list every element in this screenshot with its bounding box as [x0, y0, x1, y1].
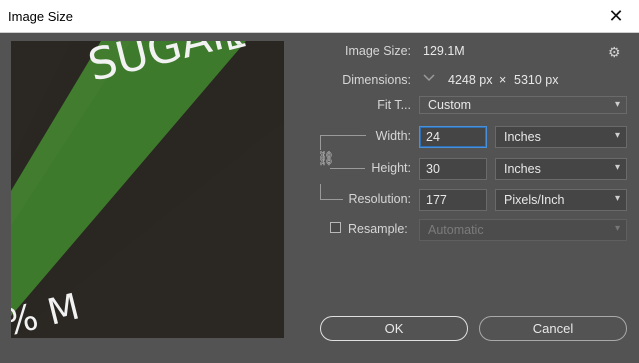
width-unit-select[interactable]: Inches ▾	[495, 126, 627, 148]
resolution-label: Resolution:	[348, 192, 411, 206]
height-unit-value: Inches	[504, 162, 541, 176]
fit-to-value: Custom	[428, 98, 472, 112]
fit-to-select[interactable]: Custom ▾	[419, 96, 627, 114]
dimensions-height: 5310 px	[514, 73, 559, 87]
title-bar: Image Size ✕	[0, 0, 639, 33]
width-input[interactable]	[419, 126, 487, 148]
cancel-button[interactable]: Cancel	[479, 316, 627, 341]
close-icon[interactable]: ✕	[593, 0, 639, 32]
resolution-input[interactable]	[419, 189, 487, 211]
resolution-unit-select[interactable]: Pixels/Inch ▾	[495, 189, 627, 211]
chevron-down-icon[interactable]	[423, 73, 435, 82]
image-preview[interactable]: SUGAR E % M	[11, 41, 284, 338]
fit-to-label: Fit T...	[377, 98, 411, 112]
chevron-down-icon: ▾	[614, 223, 620, 234]
dimensions-label: Dimensions:	[342, 73, 411, 87]
gear-icon[interactable]: ⚙	[608, 44, 621, 61]
resample-method-select[interactable]: Automatic ▾	[419, 219, 627, 241]
dimensions-width: 4248 px	[448, 73, 493, 87]
width-label: Width:	[375, 129, 411, 143]
ok-button[interactable]: OK	[320, 316, 468, 341]
width-unit-value: Inches	[504, 130, 541, 144]
height-input[interactable]	[419, 158, 487, 180]
chevron-down-icon: ▾	[614, 130, 620, 141]
resample-checkbox[interactable]	[330, 222, 341, 233]
image-size-dialog: Image Size ✕ SUGAR E % M Image Size: 129…	[0, 0, 639, 363]
dimensions-separator: ×	[499, 73, 507, 87]
chevron-down-icon: ▾	[614, 162, 620, 173]
dialog-body: SUGAR E % M Image Size: 129.1M ⚙ Dimensi…	[0, 33, 639, 363]
chevron-down-icon: ▾	[614, 193, 620, 204]
height-label: Height:	[371, 161, 411, 175]
chevron-down-icon: ▾	[614, 99, 620, 110]
resample-label: Resample:	[348, 222, 408, 236]
image-size-value: 129.1M	[423, 44, 465, 58]
preview-artwork: SUGAR E % M	[11, 41, 284, 338]
resample-method-value: Automatic	[428, 223, 484, 237]
image-size-label: Image Size:	[344, 44, 411, 58]
height-unit-select[interactable]: Inches ▾	[495, 158, 627, 180]
resolution-unit-value: Pixels/Inch	[504, 193, 565, 207]
dialog-title: Image Size	[8, 9, 74, 24]
